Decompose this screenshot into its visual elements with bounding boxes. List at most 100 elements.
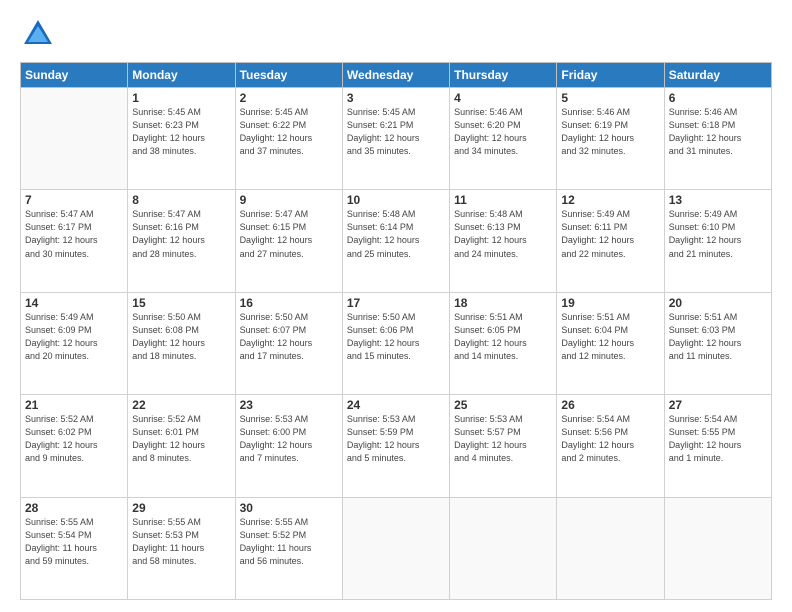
day-number: 27 bbox=[669, 398, 767, 412]
calendar-cell: 27Sunrise: 5:54 AM Sunset: 5:55 PM Dayli… bbox=[664, 395, 771, 497]
day-number: 28 bbox=[25, 501, 123, 515]
weekday-header: Wednesday bbox=[342, 63, 449, 88]
day-number: 3 bbox=[347, 91, 445, 105]
day-info: Sunrise: 5:50 AM Sunset: 6:06 PM Dayligh… bbox=[347, 311, 445, 363]
calendar-cell: 25Sunrise: 5:53 AM Sunset: 5:57 PM Dayli… bbox=[450, 395, 557, 497]
day-info: Sunrise: 5:47 AM Sunset: 6:16 PM Dayligh… bbox=[132, 208, 230, 260]
day-number: 30 bbox=[240, 501, 338, 515]
calendar-cell: 13Sunrise: 5:49 AM Sunset: 6:10 PM Dayli… bbox=[664, 190, 771, 292]
weekday-header: Friday bbox=[557, 63, 664, 88]
day-info: Sunrise: 5:50 AM Sunset: 6:07 PM Dayligh… bbox=[240, 311, 338, 363]
day-info: Sunrise: 5:49 AM Sunset: 6:11 PM Dayligh… bbox=[561, 208, 659, 260]
calendar-cell: 17Sunrise: 5:50 AM Sunset: 6:06 PM Dayli… bbox=[342, 292, 449, 394]
day-info: Sunrise: 5:45 AM Sunset: 6:21 PM Dayligh… bbox=[347, 106, 445, 158]
calendar: SundayMondayTuesdayWednesdayThursdayFrid… bbox=[20, 62, 772, 600]
calendar-cell: 6Sunrise: 5:46 AM Sunset: 6:18 PM Daylig… bbox=[664, 88, 771, 190]
day-number: 26 bbox=[561, 398, 659, 412]
day-info: Sunrise: 5:50 AM Sunset: 6:08 PM Dayligh… bbox=[132, 311, 230, 363]
day-info: Sunrise: 5:55 AM Sunset: 5:53 PM Dayligh… bbox=[132, 516, 230, 568]
calendar-cell: 2Sunrise: 5:45 AM Sunset: 6:22 PM Daylig… bbox=[235, 88, 342, 190]
calendar-cell bbox=[21, 88, 128, 190]
day-number: 9 bbox=[240, 193, 338, 207]
day-info: Sunrise: 5:49 AM Sunset: 6:10 PM Dayligh… bbox=[669, 208, 767, 260]
calendar-cell: 22Sunrise: 5:52 AM Sunset: 6:01 PM Dayli… bbox=[128, 395, 235, 497]
day-number: 10 bbox=[347, 193, 445, 207]
calendar-cell: 21Sunrise: 5:52 AM Sunset: 6:02 PM Dayli… bbox=[21, 395, 128, 497]
day-info: Sunrise: 5:54 AM Sunset: 5:56 PM Dayligh… bbox=[561, 413, 659, 465]
calendar-week-row: 1Sunrise: 5:45 AM Sunset: 6:23 PM Daylig… bbox=[21, 88, 772, 190]
day-info: Sunrise: 5:47 AM Sunset: 6:15 PM Dayligh… bbox=[240, 208, 338, 260]
day-number: 29 bbox=[132, 501, 230, 515]
calendar-cell: 10Sunrise: 5:48 AM Sunset: 6:14 PM Dayli… bbox=[342, 190, 449, 292]
day-info: Sunrise: 5:52 AM Sunset: 6:01 PM Dayligh… bbox=[132, 413, 230, 465]
day-info: Sunrise: 5:48 AM Sunset: 6:14 PM Dayligh… bbox=[347, 208, 445, 260]
calendar-cell: 8Sunrise: 5:47 AM Sunset: 6:16 PM Daylig… bbox=[128, 190, 235, 292]
day-number: 20 bbox=[669, 296, 767, 310]
page: SundayMondayTuesdayWednesdayThursdayFrid… bbox=[0, 0, 792, 612]
weekday-header: Monday bbox=[128, 63, 235, 88]
calendar-cell: 1Sunrise: 5:45 AM Sunset: 6:23 PM Daylig… bbox=[128, 88, 235, 190]
calendar-week-row: 21Sunrise: 5:52 AM Sunset: 6:02 PM Dayli… bbox=[21, 395, 772, 497]
calendar-cell: 14Sunrise: 5:49 AM Sunset: 6:09 PM Dayli… bbox=[21, 292, 128, 394]
calendar-cell bbox=[557, 497, 664, 599]
day-info: Sunrise: 5:46 AM Sunset: 6:20 PM Dayligh… bbox=[454, 106, 552, 158]
calendar-cell: 5Sunrise: 5:46 AM Sunset: 6:19 PM Daylig… bbox=[557, 88, 664, 190]
day-number: 18 bbox=[454, 296, 552, 310]
day-number: 22 bbox=[132, 398, 230, 412]
day-number: 6 bbox=[669, 91, 767, 105]
calendar-cell: 23Sunrise: 5:53 AM Sunset: 6:00 PM Dayli… bbox=[235, 395, 342, 497]
calendar-cell: 29Sunrise: 5:55 AM Sunset: 5:53 PM Dayli… bbox=[128, 497, 235, 599]
day-number: 17 bbox=[347, 296, 445, 310]
day-number: 25 bbox=[454, 398, 552, 412]
day-number: 2 bbox=[240, 91, 338, 105]
day-info: Sunrise: 5:48 AM Sunset: 6:13 PM Dayligh… bbox=[454, 208, 552, 260]
day-info: Sunrise: 5:51 AM Sunset: 6:03 PM Dayligh… bbox=[669, 311, 767, 363]
calendar-cell: 18Sunrise: 5:51 AM Sunset: 6:05 PM Dayli… bbox=[450, 292, 557, 394]
calendar-cell: 28Sunrise: 5:55 AM Sunset: 5:54 PM Dayli… bbox=[21, 497, 128, 599]
day-info: Sunrise: 5:53 AM Sunset: 5:57 PM Dayligh… bbox=[454, 413, 552, 465]
day-number: 5 bbox=[561, 91, 659, 105]
weekday-row: SundayMondayTuesdayWednesdayThursdayFrid… bbox=[21, 63, 772, 88]
day-info: Sunrise: 5:46 AM Sunset: 6:19 PM Dayligh… bbox=[561, 106, 659, 158]
day-info: Sunrise: 5:53 AM Sunset: 6:00 PM Dayligh… bbox=[240, 413, 338, 465]
calendar-cell: 15Sunrise: 5:50 AM Sunset: 6:08 PM Dayli… bbox=[128, 292, 235, 394]
calendar-cell: 19Sunrise: 5:51 AM Sunset: 6:04 PM Dayli… bbox=[557, 292, 664, 394]
day-info: Sunrise: 5:45 AM Sunset: 6:23 PM Dayligh… bbox=[132, 106, 230, 158]
calendar-cell: 12Sunrise: 5:49 AM Sunset: 6:11 PM Dayli… bbox=[557, 190, 664, 292]
day-number: 15 bbox=[132, 296, 230, 310]
day-number: 19 bbox=[561, 296, 659, 310]
day-number: 7 bbox=[25, 193, 123, 207]
day-info: Sunrise: 5:45 AM Sunset: 6:22 PM Dayligh… bbox=[240, 106, 338, 158]
calendar-header: SundayMondayTuesdayWednesdayThursdayFrid… bbox=[21, 63, 772, 88]
weekday-header: Tuesday bbox=[235, 63, 342, 88]
day-number: 23 bbox=[240, 398, 338, 412]
day-number: 16 bbox=[240, 296, 338, 310]
day-number: 1 bbox=[132, 91, 230, 105]
day-info: Sunrise: 5:51 AM Sunset: 6:05 PM Dayligh… bbox=[454, 311, 552, 363]
calendar-week-row: 7Sunrise: 5:47 AM Sunset: 6:17 PM Daylig… bbox=[21, 190, 772, 292]
day-info: Sunrise: 5:46 AM Sunset: 6:18 PM Dayligh… bbox=[669, 106, 767, 158]
calendar-cell: 20Sunrise: 5:51 AM Sunset: 6:03 PM Dayli… bbox=[664, 292, 771, 394]
day-info: Sunrise: 5:54 AM Sunset: 5:55 PM Dayligh… bbox=[669, 413, 767, 465]
header bbox=[20, 16, 772, 52]
logo-icon bbox=[20, 16, 56, 52]
day-info: Sunrise: 5:47 AM Sunset: 6:17 PM Dayligh… bbox=[25, 208, 123, 260]
day-number: 21 bbox=[25, 398, 123, 412]
calendar-cell: 11Sunrise: 5:48 AM Sunset: 6:13 PM Dayli… bbox=[450, 190, 557, 292]
day-info: Sunrise: 5:49 AM Sunset: 6:09 PM Dayligh… bbox=[25, 311, 123, 363]
logo bbox=[20, 16, 60, 52]
day-number: 24 bbox=[347, 398, 445, 412]
calendar-cell: 16Sunrise: 5:50 AM Sunset: 6:07 PM Dayli… bbox=[235, 292, 342, 394]
day-info: Sunrise: 5:53 AM Sunset: 5:59 PM Dayligh… bbox=[347, 413, 445, 465]
calendar-week-row: 14Sunrise: 5:49 AM Sunset: 6:09 PM Dayli… bbox=[21, 292, 772, 394]
day-number: 4 bbox=[454, 91, 552, 105]
calendar-cell: 4Sunrise: 5:46 AM Sunset: 6:20 PM Daylig… bbox=[450, 88, 557, 190]
day-number: 14 bbox=[25, 296, 123, 310]
weekday-header: Saturday bbox=[664, 63, 771, 88]
calendar-cell: 26Sunrise: 5:54 AM Sunset: 5:56 PM Dayli… bbox=[557, 395, 664, 497]
calendar-cell bbox=[664, 497, 771, 599]
calendar-cell: 24Sunrise: 5:53 AM Sunset: 5:59 PM Dayli… bbox=[342, 395, 449, 497]
calendar-cell bbox=[342, 497, 449, 599]
calendar-cell: 30Sunrise: 5:55 AM Sunset: 5:52 PM Dayli… bbox=[235, 497, 342, 599]
day-number: 11 bbox=[454, 193, 552, 207]
